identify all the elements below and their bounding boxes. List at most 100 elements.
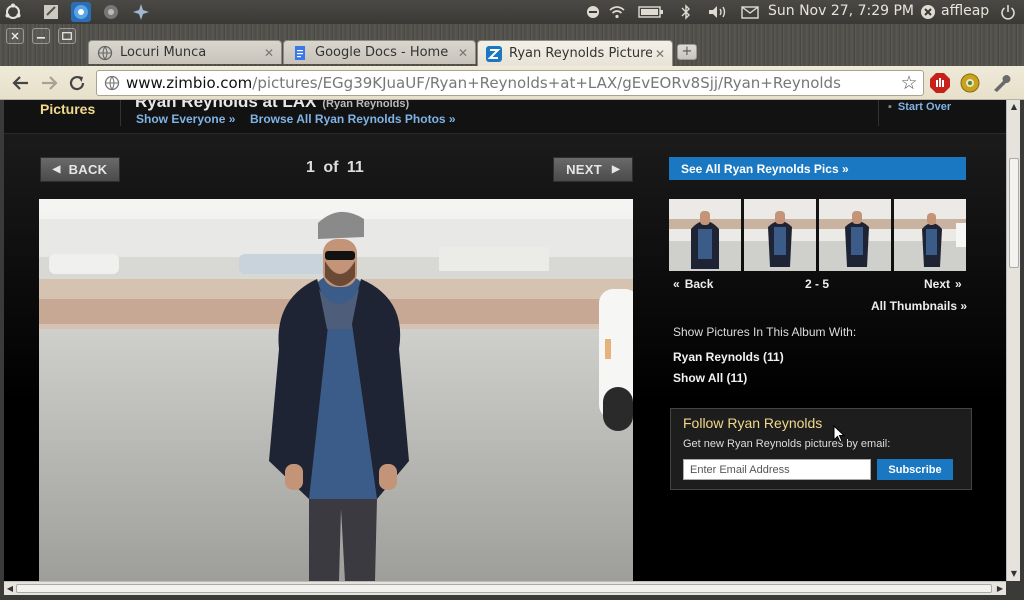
thumbnail[interactable] [894,199,966,271]
ubuntu-logo-icon[interactable] [2,2,24,22]
section-label[interactable]: Pictures [40,101,95,117]
photo-counter: 1 of 11 [306,159,364,176]
system-settings-icon[interactable] [100,2,122,22]
thumbnails-range: 2 - 5 [805,277,830,291]
scroll-down-arrow-icon[interactable]: ▼ [1007,567,1021,581]
forward-button[interactable] [38,72,60,94]
adblock-icon[interactable] [929,72,951,94]
thumbnail-image [894,199,966,271]
triangle-right-icon: ▶ [611,164,620,175]
horizontal-scrollbar[interactable]: ◀ ▶ [4,581,1006,595]
wrench-icon[interactable] [990,72,1012,94]
tab-close-icon[interactable]: ✕ [455,46,471,60]
zimbio-icon [486,45,502,62]
follow-box: Follow Ryan Reynolds Get new Ryan Reynol… [670,408,972,490]
subscribe-button[interactable]: Subscribe [877,459,953,480]
gallery-header: Pictures Ryan Reynolds at LAX (Ryan Reyno… [4,100,1006,134]
tab-close-icon[interactable]: ✕ [652,47,668,61]
gallery-next-button[interactable]: NEXT ▶ [553,157,633,182]
volume-icon[interactable] [706,0,730,24]
all-thumbnails-link[interactable]: All Thumbnails » [871,299,967,313]
window-minimize-button[interactable] [32,28,50,44]
power-icon[interactable] [998,0,1018,24]
back-button[interactable] [10,72,32,94]
reload-button[interactable] [66,72,88,94]
wifi-icon[interactable] [607,0,627,24]
user-status-icon[interactable] [918,0,938,24]
page-viewport: Pictures Ryan Reynolds at LAX (Ryan Reyno… [4,100,1006,581]
page-title: Ryan Reynolds at LAX (Ryan Reynolds) [135,100,409,112]
globe-icon [97,45,113,60]
bullet-icon: ▪ [888,101,892,113]
vertical-scrollbar-thumb[interactable] [1009,158,1019,268]
window-maximize-button[interactable] [58,28,76,44]
album-filter-label: Show Pictures In This Album With: [673,325,857,339]
show-everyone-link[interactable]: Show Everyone » [136,112,235,126]
bookmark-star-icon[interactable]: ☆ [898,72,920,94]
tab-locuri-munca[interactable]: Locuri Munca ✕ [88,40,282,64]
new-tab-button[interactable]: + [677,44,697,60]
follow-subtitle: Get new Ryan Reynolds pictures by email: [683,438,891,450]
thumbnail-image [819,199,891,271]
text-editor-icon[interactable] [40,2,62,22]
minimize-icon [37,37,45,39]
double-chevron-left-icon: « [673,277,680,291]
browse-all-photos-link[interactable]: Browse All Ryan Reynolds Photos » [250,112,456,126]
mouse-cursor-icon [833,425,845,443]
bluetooth-icon[interactable] [678,0,694,24]
main-photo-image [39,199,633,581]
extension-gear-icon[interactable] [959,72,981,94]
update-manager-icon[interactable] [130,2,152,22]
album-filter-ryan-reynolds[interactable]: Ryan Reynolds (11) [673,350,784,364]
google-docs-icon [295,45,305,60]
email-field[interactable] [683,459,871,480]
gallery-next-label: NEXT [566,162,602,177]
tab-title: Google Docs - Home [315,45,449,60]
header-divider [120,100,121,126]
url-host: www.zimbio.com [126,74,253,92]
start-over-link[interactable]: ▪ Start Over [888,101,951,113]
horizontal-scrollbar-thumb[interactable] [16,584,992,593]
header-divider [878,100,879,126]
thumbnail[interactable] [819,199,891,271]
battery-icon[interactable] [637,0,665,24]
thumbnails-next-link[interactable]: Next » [924,277,962,291]
thumbnail-image [744,199,816,271]
reload-icon [69,75,85,91]
globe-icon [104,75,120,91]
gallery-back-button[interactable]: ◀ BACK [40,157,120,182]
main-photo[interactable] [39,199,633,581]
window-close-button[interactable] [6,28,24,44]
window-bottom-frame [0,595,1024,600]
thumbnail[interactable] [669,199,741,271]
chromium-icon[interactable] [70,2,92,22]
follow-title: Follow Ryan Reynolds [683,415,823,431]
url-path: /pictures/EGg39KJuaUF/Ryan+Reynolds+at+L… [252,74,841,92]
address-bar[interactable]: www.zimbio.com/pictures/EGg39KJuaUF/Ryan… [96,70,924,96]
maximize-icon [62,32,72,40]
scroll-up-arrow-icon[interactable]: ▲ [1007,100,1021,114]
panel-user-name[interactable]: affleap [941,3,989,19]
arrow-right-icon [42,76,58,90]
thumbnail-image [669,199,741,271]
album-filter-show-all[interactable]: Show All (11) [673,371,747,385]
vertical-scrollbar[interactable]: ▲ ▼ [1006,100,1020,581]
page-title-note: (Ryan Reynolds) [322,100,410,110]
tab-close-icon[interactable]: ✕ [261,46,277,60]
thumbnails-back-link[interactable]: « Back [673,277,713,291]
mail-icon[interactable] [739,0,761,24]
double-chevron-right-icon: » [955,277,962,291]
tab-title: Ryan Reynolds Pictures [509,46,652,61]
arrow-left-icon [12,76,28,90]
scroll-left-arrow-icon[interactable]: ◀ [4,582,16,596]
triangle-left-icon: ◀ [52,164,61,175]
tab-ryan-reynolds-pictures[interactable]: Ryan Reynolds Pictures ✕ [477,40,673,66]
scroll-right-arrow-icon[interactable]: ▶ [994,582,1006,596]
tab-title: Locuri Munca [120,45,207,60]
start-over-label: Start Over [897,101,952,113]
thumbnail[interactable] [744,199,816,271]
panel-clock[interactable]: Sun Nov 27, 7:29 PM [768,3,914,19]
minus-circle-icon[interactable] [584,0,602,24]
see-all-pics-link[interactable]: See All Ryan Reynolds Pics » [669,157,966,180]
tab-google-docs[interactable]: Google Docs - Home ✕ [283,40,476,64]
